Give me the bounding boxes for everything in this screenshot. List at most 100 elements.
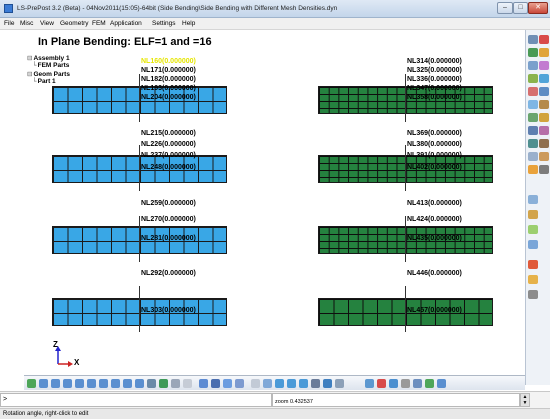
left-margin — [0, 30, 24, 375]
tree-expand-icon[interactable]: ⊟ — [27, 55, 32, 62]
setting-icon[interactable] — [528, 152, 538, 161]
list-icon[interactable] — [528, 240, 538, 249]
follow-icon[interactable] — [528, 139, 538, 148]
command-prompt: > — [3, 396, 8, 403]
arrow-icon[interactable] — [159, 379, 168, 388]
units-icon[interactable] — [183, 379, 192, 388]
tree-geom-parts[interactable]: ⊟Geom Parts — [27, 70, 70, 78]
model-icon[interactable] — [528, 35, 538, 44]
command-input[interactable]: > — [0, 393, 272, 407]
menu-file[interactable]: File — [4, 20, 14, 27]
tools-icon[interactable] — [539, 165, 549, 174]
reset-view-icon[interactable] — [27, 379, 36, 388]
maximize-button[interactable]: □ — [513, 2, 528, 14]
perspective-icon[interactable] — [251, 379, 260, 388]
globe-icon[interactable] — [323, 379, 332, 388]
menu-view[interactable]: View — [40, 20, 54, 27]
render-icon[interactable] — [539, 152, 549, 161]
notes-icon[interactable] — [528, 225, 538, 234]
close-button[interactable]: ✕ — [528, 2, 548, 14]
menu-fem[interactable]: FEM — [92, 20, 106, 27]
solid-icon[interactable] — [211, 379, 220, 388]
gear-icon[interactable] — [528, 290, 538, 299]
fringe-icon[interactable] — [528, 87, 538, 96]
shade-icon[interactable] — [135, 379, 144, 388]
explode-icon[interactable] — [528, 165, 538, 174]
node-label: NL237(0.000000) — [141, 152, 196, 159]
screen-icon[interactable] — [437, 379, 446, 388]
undo-icon[interactable] — [311, 379, 320, 388]
vertex-icon[interactable] — [171, 379, 180, 388]
tree-assembly[interactable]: ⊟Assembly 1 — [27, 54, 70, 62]
menu-application[interactable]: Application — [110, 20, 142, 27]
star-icon[interactable] — [528, 260, 538, 269]
bulb-icon[interactable] — [528, 275, 538, 284]
back-view-icon[interactable] — [99, 379, 108, 388]
front-view-icon[interactable] — [87, 379, 96, 388]
node-label: NL336(0.000000) — [407, 76, 462, 83]
element-icon[interactable] — [539, 48, 549, 57]
iso-view-icon[interactable] — [111, 379, 120, 388]
node-label: NL457(0.000000) — [407, 307, 462, 314]
sphere-icon[interactable] — [413, 379, 422, 388]
top-view-icon[interactable] — [39, 379, 48, 388]
label-icon[interactable] — [539, 113, 549, 122]
minimize-button[interactable]: – — [497, 2, 513, 14]
zoom-box-icon[interactable] — [275, 379, 284, 388]
menu-misc[interactable]: Misc — [20, 20, 33, 27]
move-icon[interactable] — [365, 379, 374, 388]
astress-icon[interactable] — [539, 126, 549, 135]
node-marker — [405, 216, 406, 262]
node-label: NL193(0.000000) — [141, 85, 196, 92]
node-label: NL182(0.000000) — [141, 76, 196, 83]
grid-icon[interactable] — [235, 379, 244, 388]
folder-icon[interactable] — [528, 210, 538, 219]
axis-triad: Z X — [50, 340, 90, 370]
xyplot-icon[interactable] — [528, 126, 538, 135]
node-marker — [139, 286, 140, 332]
refresh-icon[interactable] — [425, 379, 434, 388]
axis-x-label: X — [74, 358, 80, 367]
right-view-icon[interactable] — [75, 379, 84, 388]
pick-icon[interactable] — [335, 379, 344, 388]
tree-expand-icon[interactable]: ⊟ — [27, 71, 32, 78]
ident-icon[interactable] — [528, 113, 538, 122]
command-row: > zoom 0.432537 ▲ ▼ — [0, 391, 550, 408]
tree-part-1[interactable]: └Part 1 — [32, 78, 56, 85]
frame-icon[interactable] — [223, 379, 232, 388]
part-icon[interactable] — [539, 35, 549, 44]
menu-settings[interactable]: Settings — [152, 20, 176, 27]
rotate-view-icon[interactable] — [123, 379, 132, 388]
hatch-icon[interactable] — [401, 379, 410, 388]
animate-icon[interactable] — [528, 100, 538, 109]
tree-label: Assembly 1 — [33, 55, 70, 62]
menu-help[interactable]: Help — [182, 20, 195, 27]
page-icon[interactable] — [528, 195, 538, 204]
tree-fem-parts[interactable]: └FEM Parts — [32, 62, 69, 69]
fit-icon[interactable] — [287, 379, 296, 388]
measure-icon[interactable] — [528, 74, 538, 83]
menu-bar: File Misc View Geometry FEM Application … — [0, 18, 550, 30]
history-icon[interactable] — [539, 87, 549, 96]
bottom-view-icon[interactable] — [51, 379, 60, 388]
menu-geometry[interactable]: Geometry — [60, 20, 89, 27]
select-icon[interactable] — [539, 61, 549, 70]
view-icon[interactable] — [528, 61, 538, 70]
trace-icon[interactable] — [539, 139, 549, 148]
ruler-icon[interactable] — [377, 379, 386, 388]
node-label: NL259(0.000000) — [141, 200, 196, 207]
vector-icon[interactable] — [539, 100, 549, 109]
left-view-icon[interactable] — [63, 379, 72, 388]
scroll-arrows[interactable]: ▲ ▼ — [520, 393, 530, 407]
node-label: NL270(0.000000) — [141, 216, 196, 223]
zoom-in-icon[interactable] — [263, 379, 272, 388]
paint-icon[interactable] — [389, 379, 398, 388]
node-label: NL160(0.000000) — [141, 58, 196, 65]
mesh-icon[interactable] — [528, 48, 538, 57]
right-tool-panel — [525, 30, 550, 385]
wire-icon[interactable] — [147, 379, 156, 388]
section-icon[interactable] — [539, 74, 549, 83]
cube-icon[interactable] — [199, 379, 208, 388]
pan-icon[interactable] — [299, 379, 308, 388]
title-bar: LS-PrePost 3.2 (Beta) - 04Nov2011(15:05)… — [0, 0, 550, 18]
